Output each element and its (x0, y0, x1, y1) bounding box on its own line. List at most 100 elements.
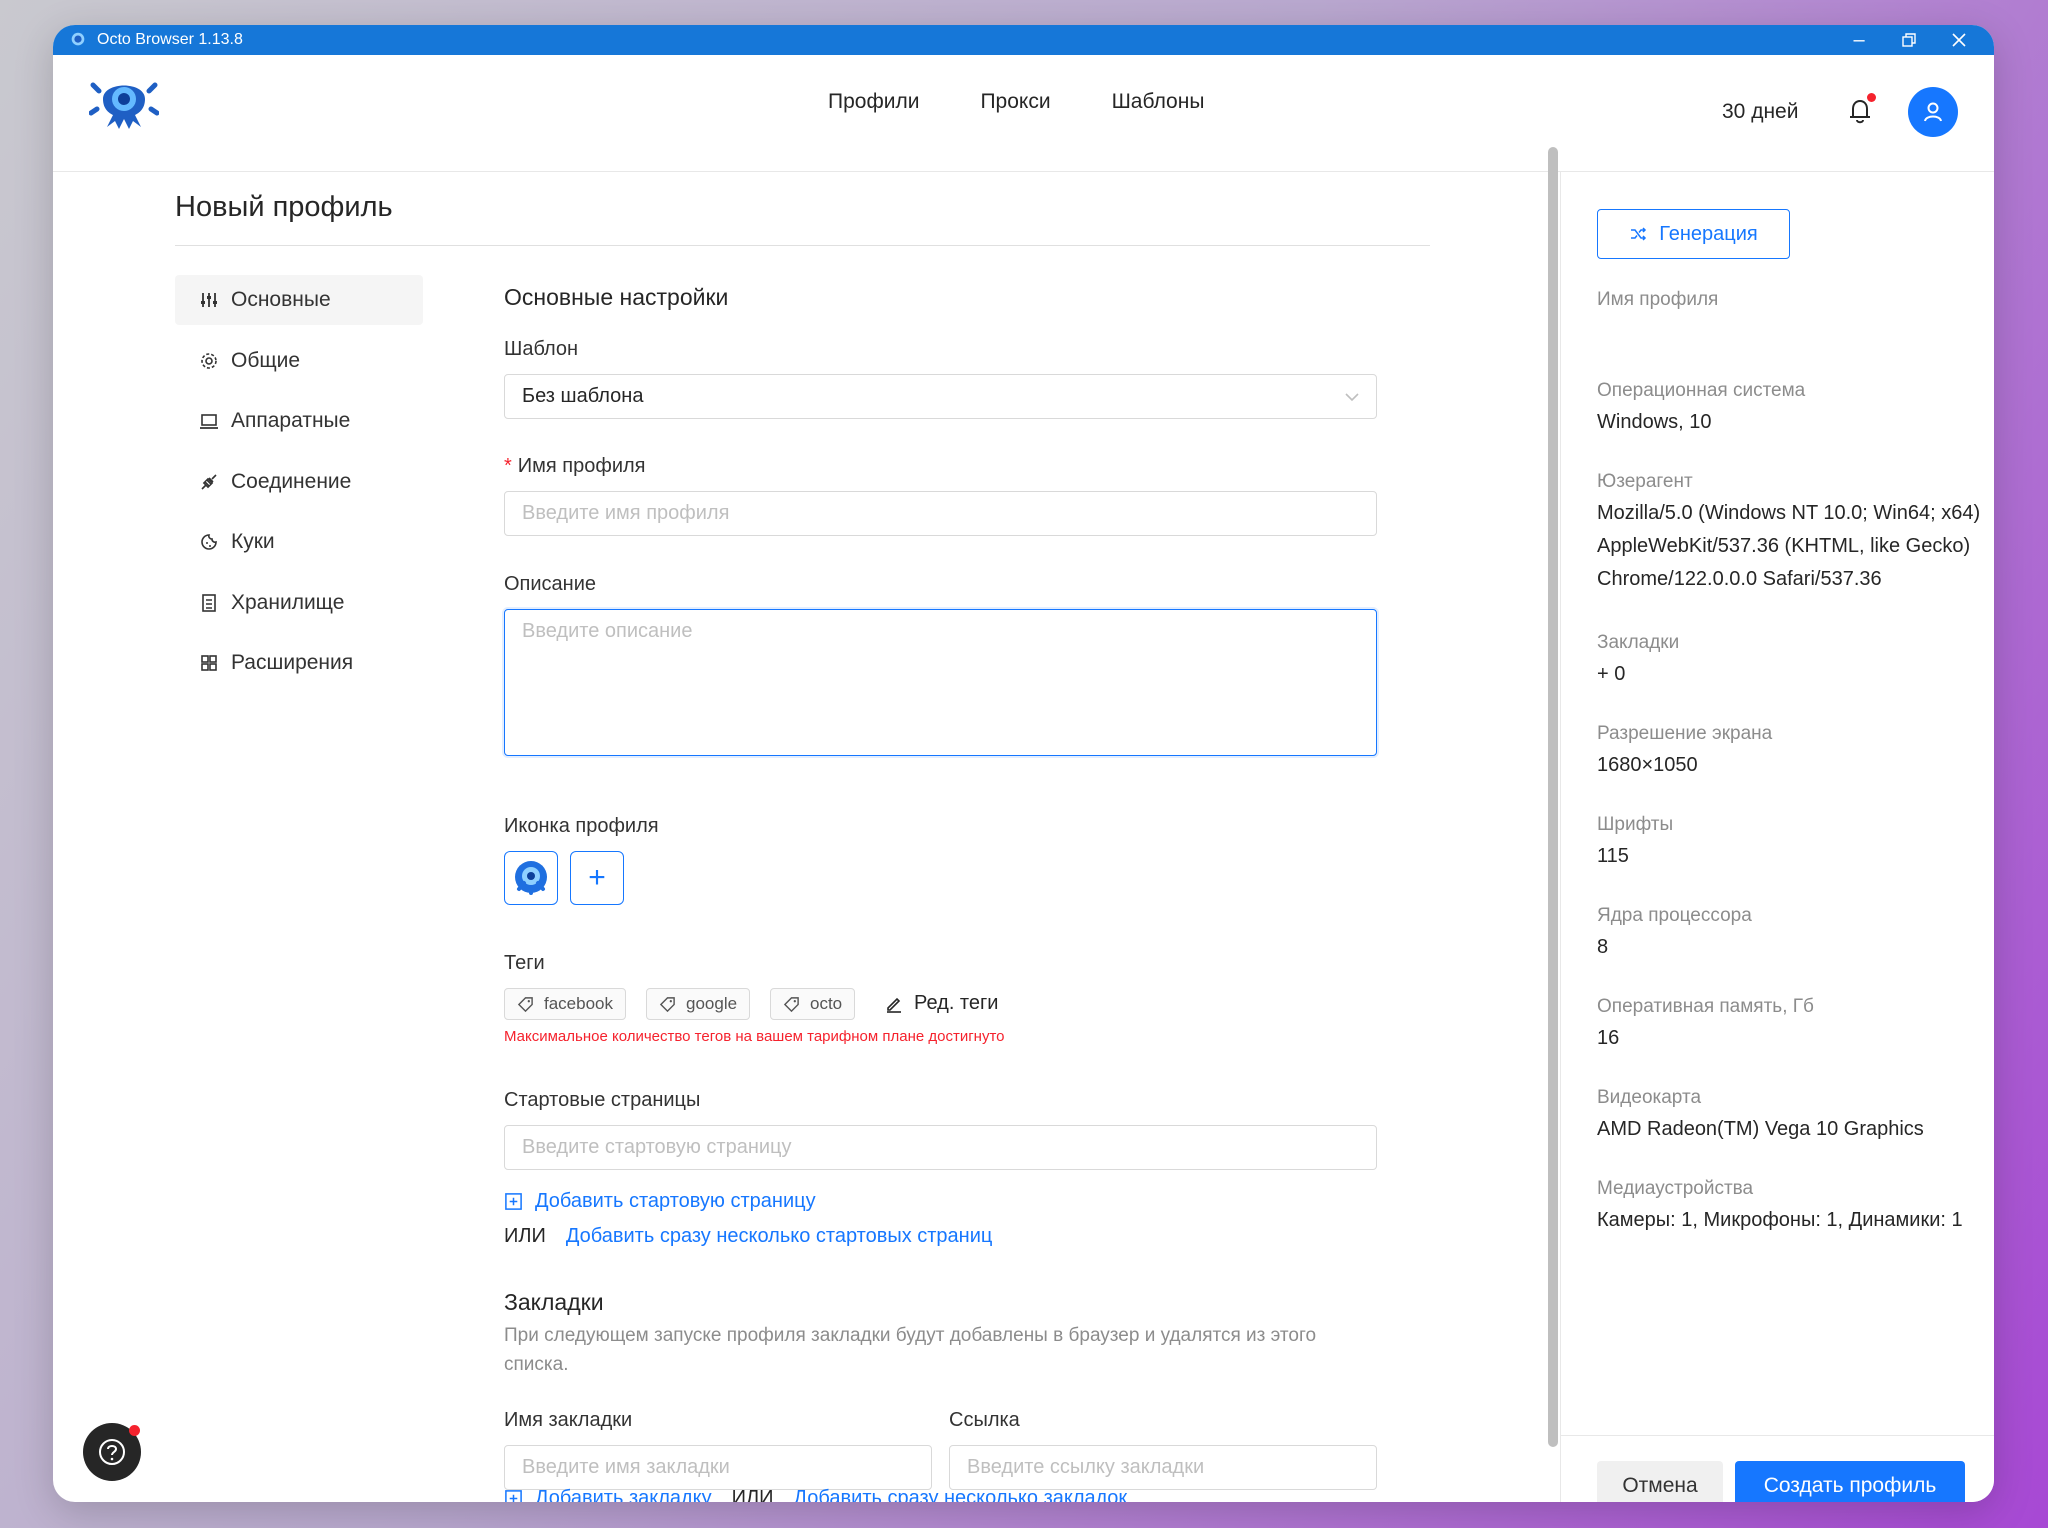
bookmarks-title: Закладки (504, 1289, 604, 1315)
add-many-start-pages-link[interactable]: Добавить сразу несколько стартовых стран… (566, 1225, 992, 1248)
template-value: Без шаблона (522, 385, 644, 407)
minimize-button[interactable]: – (1834, 25, 1884, 55)
footer-divider (1560, 1435, 1994, 1436)
tag-label: facebook (544, 994, 613, 1013)
description-placeholder: Введите описание (522, 620, 693, 642)
storage-icon (202, 593, 216, 612)
menu-label: Соединение (231, 469, 352, 493)
help-notification-dot (129, 1425, 140, 1436)
top-navigation: Профили Прокси Шаблоны 30 дней (53, 55, 1994, 172)
tag-octo[interactable]: octo (770, 988, 856, 1020)
summary-ram-label: Оперативная память, Гб (1597, 996, 1814, 1017)
add-bookmark-row: Добавить закладку ИЛИ Добавить сразу нес… (504, 1487, 1127, 1502)
main-nav: Профили Прокси Шаблоны (828, 55, 1204, 149)
tag-facebook[interactable]: facebook (504, 988, 626, 1020)
bookmark-name-placeholder: Введите имя закладки (522, 1456, 730, 1478)
close-icon (1952, 33, 1966, 47)
summary-gpu-label: Видеокарта (1597, 1087, 1702, 1108)
section-title: Основные настройки (504, 284, 729, 310)
tag-icon (659, 996, 675, 1012)
start-pages-label: Стартовые страницы (504, 1089, 701, 1111)
menu-item-general[interactable]: Общие (175, 336, 423, 386)
octo-logo[interactable] (89, 69, 159, 139)
generate-button[interactable]: Генерация (1597, 209, 1790, 259)
menu-item-cookies[interactable]: Куки (175, 517, 423, 567)
menu-item-hardware[interactable]: Аппаратные (175, 396, 423, 446)
summary-panel (1560, 172, 1994, 1502)
plus-square-icon (505, 1193, 522, 1210)
add-many-bookmarks-link[interactable]: Добавить сразу несколько закладок (794, 1487, 1128, 1502)
nav-proxies[interactable]: Прокси (980, 90, 1050, 114)
profile-icon-label: Иконка профиля (504, 815, 659, 837)
add-start-page-label: Добавить стартовую страницу (535, 1190, 816, 1212)
bookmark-link-label: Ссылка (949, 1409, 1020, 1431)
tag-label: octo (810, 994, 843, 1013)
bookmark-link-input[interactable]: Введите ссылку закладки (949, 1445, 1377, 1490)
summary-profile-name-label: Имя профиля (1597, 289, 1719, 310)
bookmark-link-placeholder: Введите ссылку закладки (967, 1456, 1205, 1478)
or-label: ИЛИ (731, 1487, 774, 1502)
nav-profiles[interactable]: Профили (828, 90, 919, 114)
pencil-icon (887, 997, 901, 1013)
add-start-page-link[interactable]: Добавить стартовую страницу (504, 1190, 816, 1213)
menu-item-basic[interactable]: Основные (175, 275, 423, 325)
profile-name-input[interactable]: Введите имя профиля (504, 491, 1377, 536)
menu-item-connection[interactable]: Соединение (175, 457, 423, 507)
nav-templates[interactable]: Шаблоны (1112, 90, 1205, 114)
start-page-input[interactable]: Введите стартовую страницу (504, 1125, 1377, 1170)
menu-item-storage[interactable]: Хранилище (175, 578, 423, 628)
summary-media-label: Медиаустройства (1597, 1178, 1754, 1199)
template-select[interactable]: Без шаблона (504, 374, 1377, 419)
add-bookmark-link[interactable]: Добавить закладку (535, 1487, 712, 1502)
page-title: Новый профиль (175, 191, 393, 223)
avatar[interactable] (1908, 87, 1958, 137)
menu-label: Куки (231, 530, 275, 553)
menu-label: Основные (231, 288, 331, 311)
divider (175, 245, 1430, 246)
profile-name-placeholder: Введите имя профиля (522, 502, 730, 524)
profile-name-label-text: Имя профиля (517, 455, 646, 477)
bookmarks-description: При следующем запуске профиля закладки б… (504, 1325, 1317, 1375)
summary-ua-label: Юзерагент (1597, 471, 1693, 492)
plus-square-icon (505, 1490, 522, 1502)
edit-tags-button[interactable]: Ред. теги (884, 992, 998, 1015)
notification-dot (1867, 93, 1876, 102)
restore-button[interactable] (1884, 25, 1934, 55)
title-bar: Octo Browser 1.13.8 – (53, 25, 1994, 55)
menu-item-extensions[interactable]: Расширения (175, 638, 423, 688)
subscription-days[interactable]: 30 дней (1722, 100, 1798, 124)
menu-label: Расширения (231, 651, 354, 674)
create-profile-button[interactable]: Создать профиль (1735, 1461, 1965, 1502)
grid-icon (201, 655, 217, 671)
cancel-button[interactable]: Отмена (1597, 1461, 1723, 1502)
summary-resolution-label: Разрешение экрана (1597, 723, 1773, 744)
tag-icon (517, 996, 533, 1012)
close-window-button[interactable] (1934, 25, 1984, 55)
bookmark-name-label: Имя закладки (504, 1409, 633, 1431)
plus-icon: + (588, 861, 606, 894)
gear-icon (201, 352, 217, 369)
summary-bookmarks-value: + 0 (1597, 663, 1626, 685)
restore-icon (1902, 33, 1916, 47)
summary-cpu-label: Ядра процессора (1597, 905, 1752, 926)
tags-limit-warning: Максимальное количество тегов на вашем т… (504, 1028, 1005, 1045)
summary-fonts-value: 115 (1597, 845, 1629, 867)
summary-gpu-value: AMD Radeon(TM) Vega 10 Graphics (1597, 1118, 1924, 1140)
bookmark-name-input[interactable]: Введите имя закладки (504, 1445, 932, 1490)
required-mark: * (504, 455, 512, 477)
description-textarea[interactable]: Введите описание (504, 609, 1377, 756)
form-scrollbar[interactable] (1548, 147, 1558, 1447)
summary-media-value: Камеры: 1, Микрофоны: 1, Динамики: 1 (1597, 1209, 1963, 1231)
profile-icon-selected[interactable] (504, 851, 558, 905)
plug-icon (201, 473, 217, 490)
menu-label: Аппаратные (231, 409, 351, 432)
sliders-icon (201, 293, 217, 307)
menu-label: Общие (231, 348, 301, 372)
add-icon-button[interactable]: + (570, 851, 624, 905)
profile-name-label: * Имя профиля (504, 455, 646, 478)
octo-profile-icon (515, 861, 547, 895)
shuffle-icon (1631, 227, 1647, 241)
description-label: Описание (504, 573, 597, 595)
tag-google[interactable]: google (646, 988, 751, 1020)
or-label: ИЛИ (504, 1225, 546, 1247)
